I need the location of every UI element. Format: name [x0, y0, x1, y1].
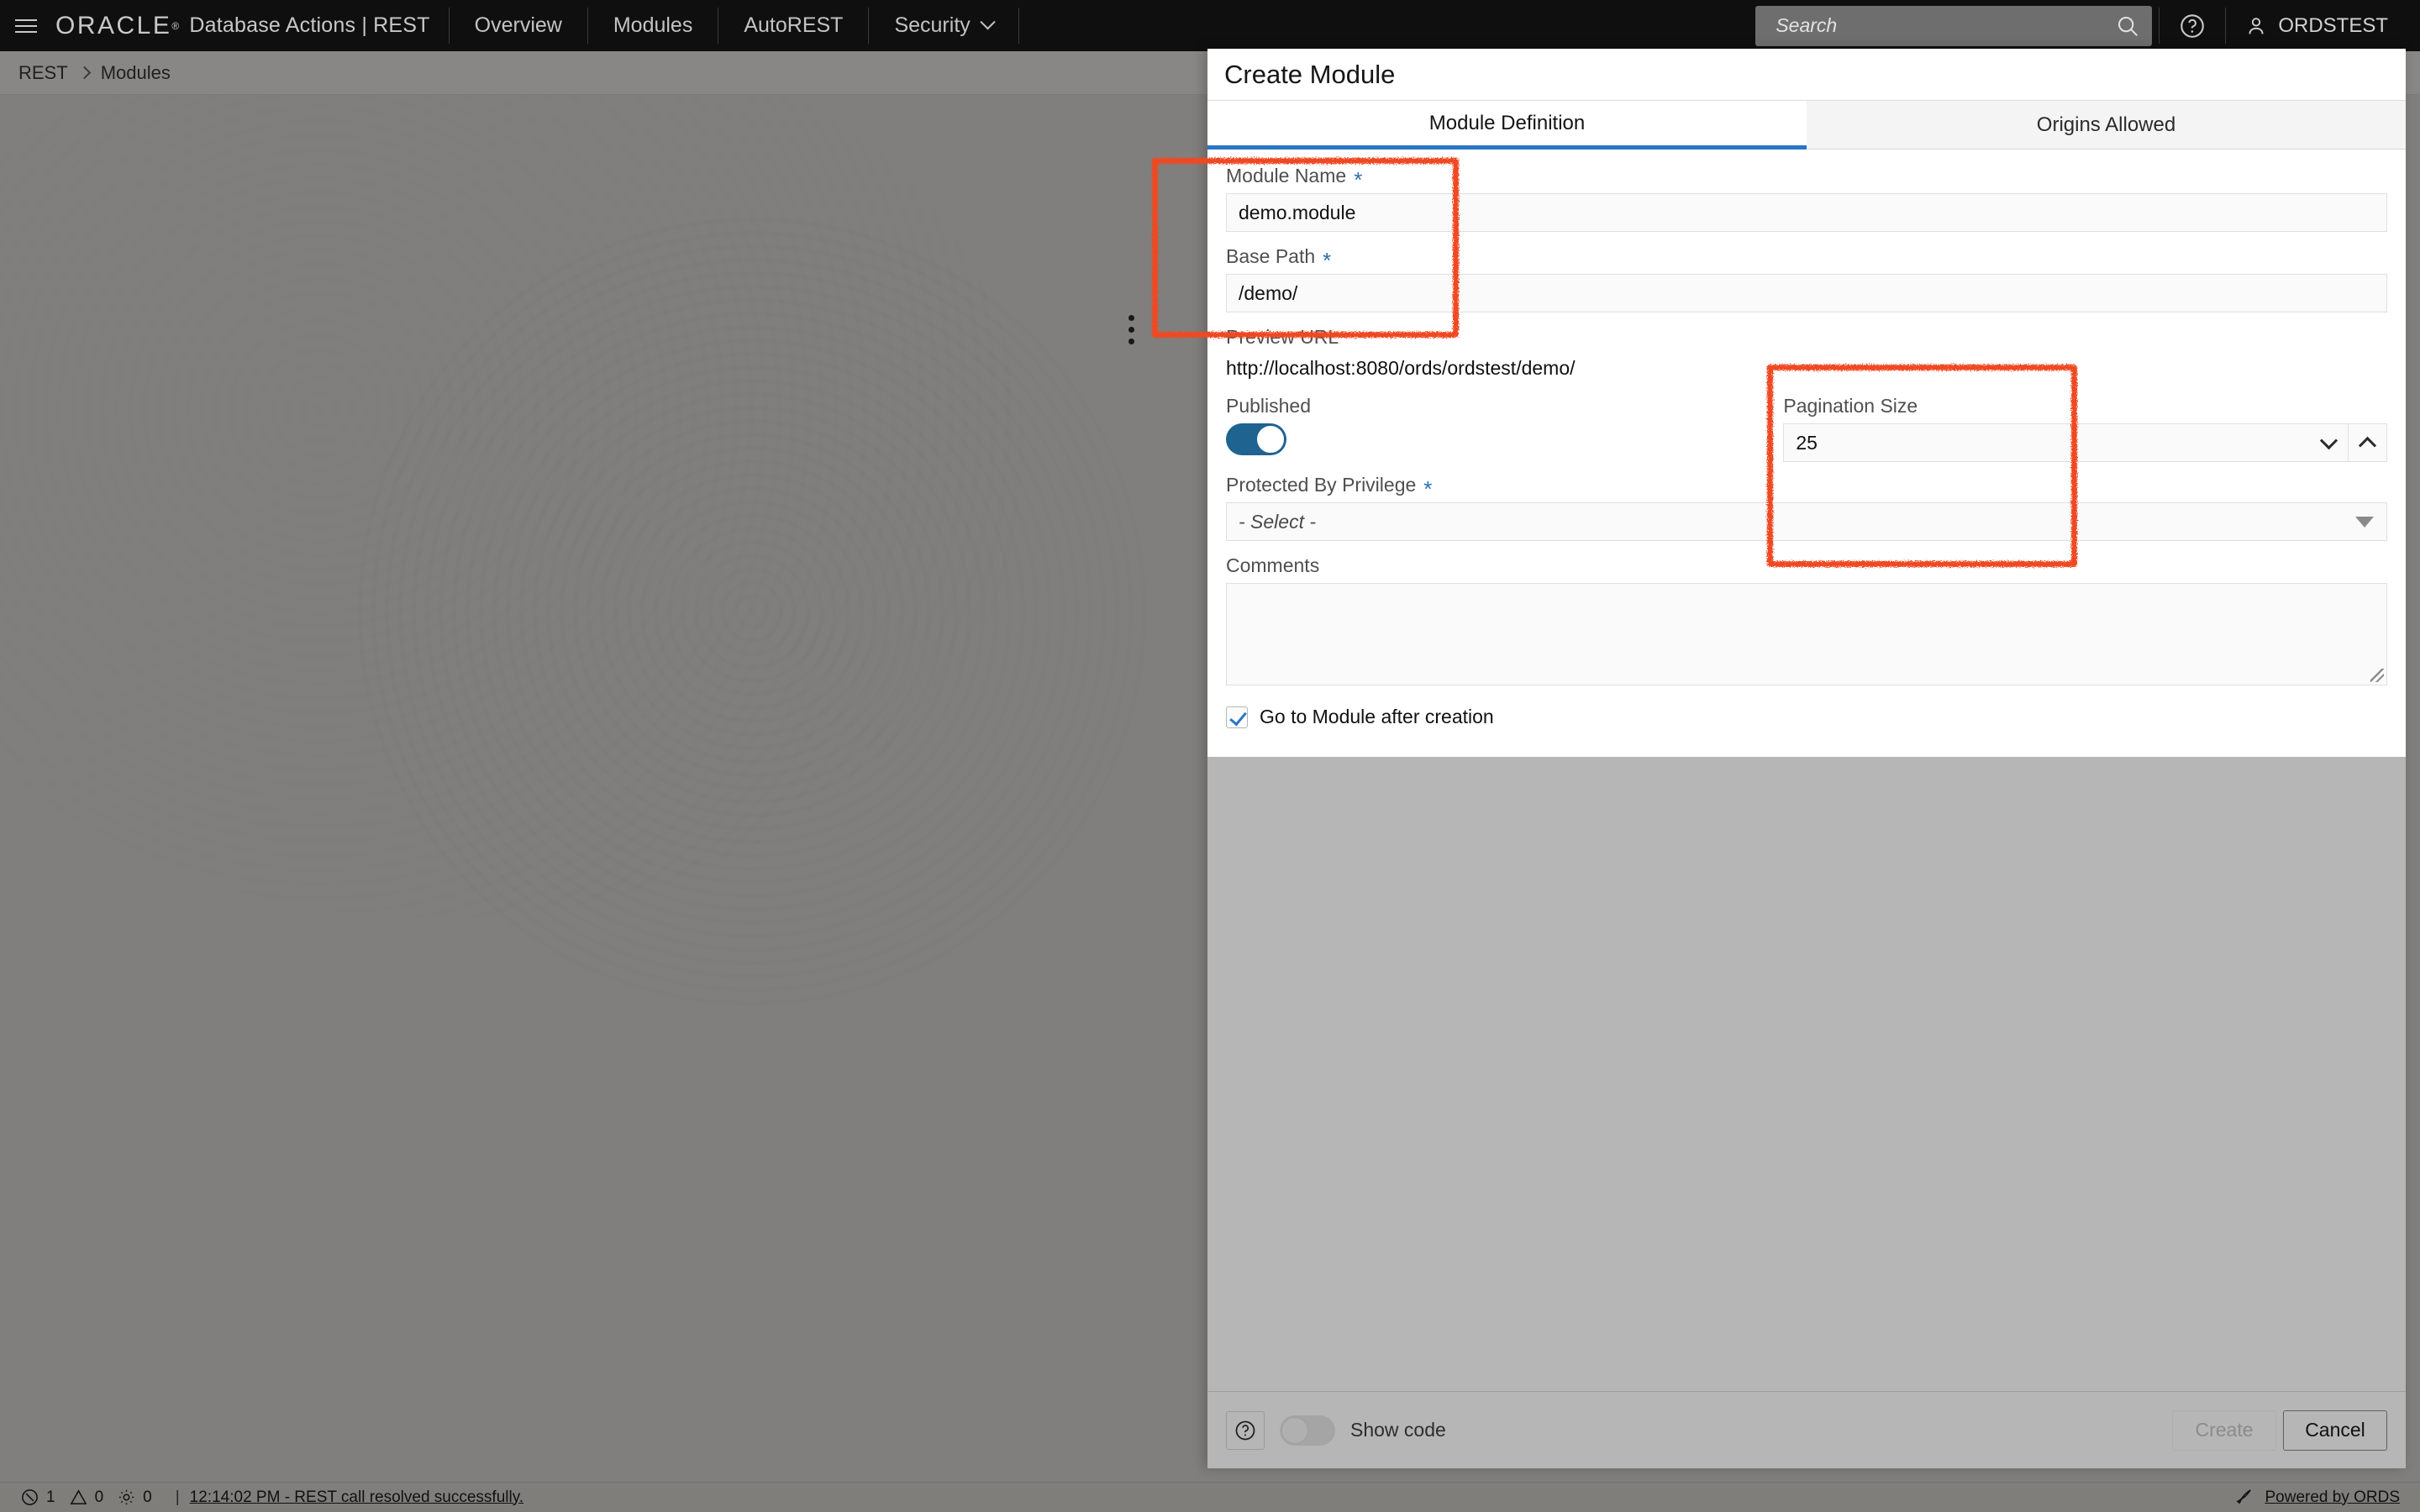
goto-module-label: Go to Module after creation: [1260, 706, 1494, 728]
base-path-label: Base Path: [1226, 245, 1315, 268]
tab-label: Origins Allowed: [2037, 113, 2175, 137]
toggle-knob: [1256, 425, 1285, 454]
nav-item-label: AutoREST: [744, 13, 843, 38]
nav-item-modules[interactable]: Modules: [588, 0, 718, 51]
nav-item-label: Security: [894, 13, 970, 38]
user-menu[interactable]: ORDSTEST: [2226, 0, 2420, 51]
goto-module-checkbox[interactable]: [1226, 706, 1248, 728]
global-search-input[interactable]: [1774, 13, 2115, 38]
published-pagination-row: Published Pagination Size 25: [1226, 395, 2387, 469]
person-icon: [2244, 14, 2268, 38]
registered-mark: ®: [171, 20, 179, 32]
oracle-logo: ORACLE: [55, 12, 171, 40]
help-circle-icon: [2178, 12, 2207, 40]
chevron-down-icon: [980, 14, 995, 29]
pagination-label-row: Pagination Size: [1783, 395, 2387, 417]
pagination-size-input[interactable]: 25: [1783, 423, 2310, 462]
help-circle-icon: [1234, 1419, 1257, 1442]
nav-item-autorest[interactable]: AutoREST: [718, 0, 868, 51]
protected-by-privilege-field: Protected By Privilege * - Select -: [1226, 474, 2387, 541]
pagination-size-value: 25: [1796, 432, 1818, 454]
create-button-label: Create: [2195, 1419, 2253, 1441]
chevron-up-icon: [2359, 436, 2376, 454]
toggle-knob: [1281, 1417, 1308, 1444]
help-button[interactable]: [2160, 0, 2225, 51]
cancel-button[interactable]: Cancel: [2283, 1410, 2387, 1451]
goto-module-row[interactable]: Go to Module after creation: [1226, 706, 2387, 728]
pagination-decrement-button[interactable]: [2310, 423, 2349, 462]
dialog-spacer: [1207, 757, 2406, 1391]
module-name-field: Module Name * demo.module: [1226, 165, 2387, 232]
privilege-select[interactable]: - Select -: [1226, 502, 2387, 541]
published-field: Published: [1226, 395, 1783, 469]
top-navigation-bar: ORACLE ® Database Actions | REST Overvie…: [0, 0, 2420, 51]
published-label-row: Published: [1226, 395, 1783, 417]
cancel-button-label: Cancel: [2305, 1419, 2365, 1441]
published-label: Published: [1226, 395, 1311, 417]
search-icon[interactable]: [2115, 13, 2140, 39]
module-name-label: Module Name: [1226, 165, 1346, 187]
dialog-action-buttons: Create Cancel: [2172, 1410, 2387, 1451]
privilege-label-row: Protected By Privilege *: [1226, 474, 2387, 496]
resize-handle-icon[interactable]: [2370, 669, 2384, 682]
dialog-tabs: Module Definition Origins Allowed: [1207, 101, 2406, 150]
pagination-size-field: Pagination Size 25: [1783, 395, 2387, 469]
privilege-label: Protected By Privilege: [1226, 474, 1416, 496]
pagination-increment-button[interactable]: [2349, 423, 2387, 462]
module-definition-form: Module Name * demo.module Base Path * /d…: [1207, 150, 2406, 757]
show-code-label: Show code: [1350, 1419, 1446, 1441]
nav-item-overview[interactable]: Overview: [450, 0, 587, 51]
nav-item-label: Overview: [475, 13, 562, 38]
nav-divider: [1018, 8, 1019, 44]
preview-url-label: Preview URL: [1226, 326, 2387, 349]
module-name-value: demo.module: [1239, 202, 1355, 224]
create-button[interactable]: Create: [2172, 1410, 2276, 1451]
privilege-selected-value: - Select -: [1239, 511, 1316, 533]
brand-suffix: Database Actions | REST: [189, 13, 429, 38]
tab-origins-allowed[interactable]: Origins Allowed: [1807, 101, 2406, 150]
base-path-label-row: Base Path *: [1226, 245, 2387, 268]
comments-label: Comments: [1226, 554, 1319, 577]
global-search-box[interactable]: [1755, 6, 2152, 46]
comments-label-row: Comments: [1226, 554, 2387, 577]
base-path-value: /demo/: [1239, 282, 1297, 305]
tab-module-definition[interactable]: Module Definition: [1207, 101, 1807, 150]
module-name-label-row: Module Name *: [1226, 165, 2387, 187]
hamburger-icon[interactable]: [0, 0, 52, 51]
pagination-size-label: Pagination Size: [1783, 395, 1918, 417]
nav-item-security[interactable]: Security: [869, 0, 1018, 51]
comments-field: Comments: [1226, 554, 2387, 685]
app-root: Modules Filter by 9 1 Sort by: [0, 0, 2420, 1512]
dialog-help-button[interactable]: [1226, 1411, 1265, 1450]
base-path-field: Base Path * /demo/: [1226, 245, 2387, 312]
chevron-down-icon[interactable]: [2355, 517, 2374, 528]
published-toggle[interactable]: [1226, 423, 1286, 455]
preview-url-value: http://localhost:8080/ords/ordstest/demo…: [1226, 357, 2387, 380]
brand: ORACLE ® Database Actions | REST: [52, 0, 449, 51]
pagination-size-spinner: 25: [1783, 423, 2387, 462]
chevron-down-icon: [2320, 432, 2338, 449]
dialog-header: Create Module: [1207, 49, 2406, 101]
show-code-toggle[interactable]: [1280, 1415, 1335, 1446]
comments-textarea[interactable]: [1226, 583, 2387, 685]
privilege-select-wrap: - Select -: [1226, 502, 2387, 541]
module-name-input[interactable]: demo.module: [1226, 193, 2387, 232]
create-module-dialog: Create Module Module Definition Origins …: [1207, 49, 2406, 1468]
dialog-title: Create Module: [1224, 60, 1395, 90]
nav-item-label: Modules: [613, 13, 693, 38]
base-path-input[interactable]: /demo/: [1226, 274, 2387, 312]
user-name: ORDSTEST: [2278, 14, 2388, 38]
top-navigation-right: ORDSTEST: [1755, 0, 2420, 51]
dialog-footer: Show code Create Cancel: [1207, 1391, 2406, 1468]
tab-label: Module Definition: [1429, 112, 1585, 135]
